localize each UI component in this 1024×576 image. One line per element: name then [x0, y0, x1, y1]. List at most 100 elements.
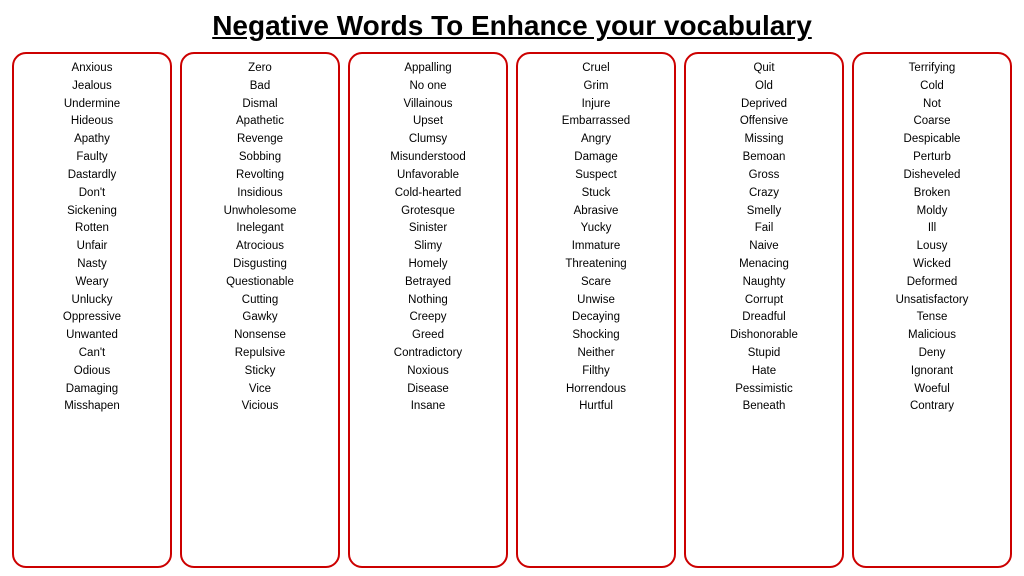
word-item: Noxious	[407, 363, 449, 381]
word-item: Broken	[914, 185, 950, 203]
word-item: Sobbing	[239, 149, 281, 167]
word-item: Insidious	[237, 185, 282, 203]
word-item: Faulty	[76, 149, 107, 167]
word-item: Rotten	[75, 220, 109, 238]
word-item: Despicable	[904, 131, 961, 149]
word-item: Abrasive	[574, 203, 619, 221]
word-item: Nothing	[408, 292, 448, 310]
word-item: Immature	[572, 238, 621, 256]
column-3: AppallingNo oneVillainousUpsetClumsyMisu…	[348, 52, 508, 568]
word-item: Don't	[79, 185, 106, 203]
word-item: Can't	[79, 345, 106, 363]
word-item: Old	[755, 78, 773, 96]
word-item: Anxious	[72, 60, 113, 78]
word-item: Bemoan	[743, 149, 786, 167]
word-item: Vice	[249, 381, 271, 399]
word-item: Slimy	[414, 238, 442, 256]
word-item: Wicked	[913, 256, 951, 274]
word-item: Filthy	[582, 363, 609, 381]
word-item: Shocking	[572, 327, 619, 345]
word-item: Quit	[753, 60, 774, 78]
word-item: Repulsive	[235, 345, 286, 363]
word-item: Misunderstood	[390, 149, 465, 167]
word-item: Misshapen	[64, 398, 120, 416]
word-item: Crazy	[749, 185, 779, 203]
word-item: Hideous	[71, 113, 113, 131]
word-item: Dismal	[242, 96, 277, 114]
word-item: Greed	[412, 327, 444, 345]
word-item: Horrendous	[566, 381, 626, 399]
word-item: Odious	[74, 363, 110, 381]
word-item: Nasty	[77, 256, 106, 274]
word-item: Betrayed	[405, 274, 451, 292]
word-item: Neither	[577, 345, 614, 363]
word-item: Terrifying	[909, 60, 956, 78]
word-item: Cold	[920, 78, 944, 96]
word-item: Stupid	[748, 345, 781, 363]
column-2: ZeroBadDismalApatheticRevengeSobbingRevo…	[180, 52, 340, 568]
word-item: Dishonorable	[730, 327, 798, 345]
word-item: Stuck	[582, 185, 611, 203]
word-item: Menacing	[739, 256, 789, 274]
word-item: Unfavorable	[397, 167, 459, 185]
word-item: Appalling	[404, 60, 451, 78]
word-item: Zero	[248, 60, 272, 78]
column-6: TerrifyingColdNotCoarseDespicablePerturb…	[852, 52, 1012, 568]
word-item: Damage	[574, 149, 617, 167]
word-item: Fail	[755, 220, 774, 238]
word-item: Malicious	[908, 327, 956, 345]
word-item: Revenge	[237, 131, 283, 149]
word-item: Dastardly	[68, 167, 117, 185]
word-item: Sticky	[245, 363, 276, 381]
word-item: Deprived	[741, 96, 787, 114]
word-item: Inelegant	[236, 220, 283, 238]
word-item: Villainous	[403, 96, 452, 114]
word-item: Sickening	[67, 203, 117, 221]
word-item: No one	[409, 78, 446, 96]
word-item: Unsatisfactory	[896, 292, 969, 310]
word-item: Undermine	[64, 96, 120, 114]
word-item: Smelly	[747, 203, 782, 221]
column-1: AnxiousJealousUndermineHideousApathyFaul…	[12, 52, 172, 568]
word-item: Oppressive	[63, 309, 121, 327]
word-item: Revolting	[236, 167, 284, 185]
word-item: Missing	[745, 131, 784, 149]
word-item: Moldy	[917, 203, 948, 221]
word-item: Dreadful	[742, 309, 785, 327]
word-item: Perturb	[913, 149, 951, 167]
word-item: Creepy	[409, 309, 446, 327]
word-item: Woeful	[914, 381, 950, 399]
word-item: Ignorant	[911, 363, 953, 381]
word-item: Beneath	[743, 398, 786, 416]
word-item: Cutting	[242, 292, 278, 310]
word-item: Gawky	[242, 309, 277, 327]
word-item: Upset	[413, 113, 443, 131]
page-title: Negative Words To Enhance your vocabular…	[212, 10, 812, 42]
word-item: Unwholesome	[224, 203, 297, 221]
word-item: Grim	[584, 78, 609, 96]
word-item: Contrary	[910, 398, 954, 416]
word-item: Atrocious	[236, 238, 284, 256]
word-item: Unlucky	[72, 292, 113, 310]
word-item: Offensive	[740, 113, 788, 131]
word-item: Naughty	[743, 274, 786, 292]
word-item: Jealous	[72, 78, 112, 96]
word-item: Cruel	[582, 60, 609, 78]
word-item: Threatening	[565, 256, 626, 274]
word-item: Nonsense	[234, 327, 286, 345]
word-item: Unwanted	[66, 327, 118, 345]
word-item: Injure	[582, 96, 611, 114]
word-item: Disgusting	[233, 256, 287, 274]
word-item: Pessimistic	[735, 381, 793, 399]
word-item: Embarrassed	[562, 113, 630, 131]
word-item: Coarse	[913, 113, 950, 131]
columns-container: AnxiousJealousUndermineHideousApathyFaul…	[12, 52, 1012, 568]
word-item: Sinister	[409, 220, 447, 238]
word-item: Ill	[928, 220, 936, 238]
word-item: Hate	[752, 363, 776, 381]
word-item: Scare	[581, 274, 611, 292]
word-item: Grotesque	[401, 203, 455, 221]
word-item: Cold-hearted	[395, 185, 461, 203]
word-item: Damaging	[66, 381, 118, 399]
word-item: Disease	[407, 381, 449, 399]
